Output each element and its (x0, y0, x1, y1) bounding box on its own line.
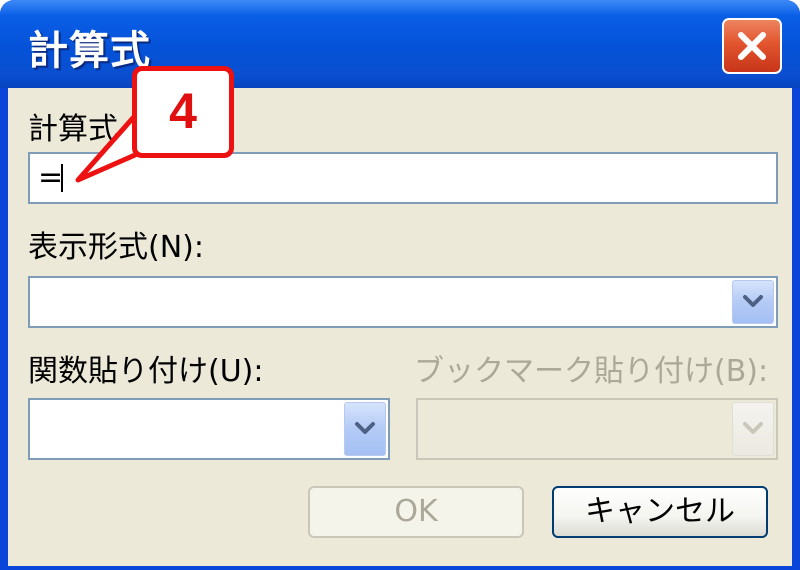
number-format-dropdown[interactable] (28, 276, 778, 328)
chevron-down-icon (355, 422, 375, 434)
paste-function-label: 関数貼り付け(U): (28, 354, 264, 389)
number-format-dropdown-button[interactable] (732, 280, 774, 324)
callout-number: 4 (132, 66, 234, 158)
number-format-label: 表示形式(N): (28, 230, 204, 265)
step-callout: 4 (60, 60, 240, 200)
paste-bookmark-dropdown-button[interactable] (732, 402, 774, 456)
formula-dialog: 計算式 計算式 = 表示形式(N): 関数貼り付け(U): ブックマーク貼り付け… (0, 0, 800, 570)
paste-bookmark-label: ブックマーク貼り付け(B): (414, 354, 769, 389)
paste-function-dropdown-button[interactable] (344, 402, 386, 456)
close-button[interactable] (722, 18, 782, 74)
chevron-down-icon (743, 295, 763, 307)
close-icon (738, 32, 766, 60)
cancel-button[interactable]: キャンセル (552, 486, 768, 538)
ok-button[interactable]: OK (308, 486, 524, 538)
chevron-down-icon (743, 422, 763, 434)
paste-bookmark-dropdown[interactable] (416, 398, 778, 460)
paste-function-dropdown[interactable] (28, 398, 390, 460)
